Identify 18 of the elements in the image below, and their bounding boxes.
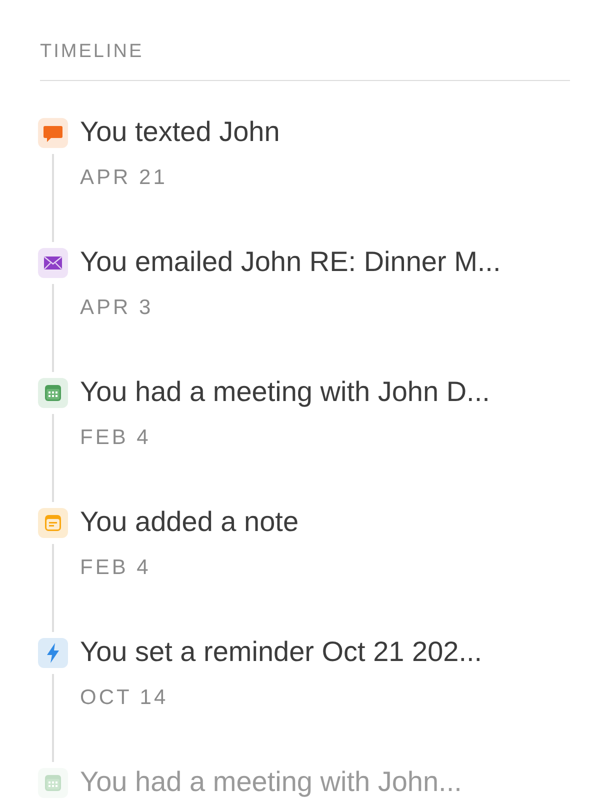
note-icon <box>38 508 68 538</box>
timeline-entry-title: You set a reminder Oct 21 202... <box>80 636 482 668</box>
timeline-entry-date: FEB 4 <box>80 556 152 580</box>
speech-bubble-icon <box>38 118 68 148</box>
timeline-entry-title: You had a meeting with John D... <box>80 376 490 408</box>
calendar-icon <box>38 768 68 798</box>
timeline-entry-title: You emailed John RE: Dinner M... <box>80 246 501 278</box>
calendar-icon <box>38 378 68 408</box>
timeline-entry-date: APR 21 <box>80 166 168 190</box>
timeline-entry-date: APR 3 <box>80 296 154 320</box>
section-heading: TIMELINE <box>40 40 145 64</box>
envelope-icon <box>38 248 68 278</box>
lightning-icon <box>38 638 68 668</box>
timeline-entry-date: OCT 14 <box>80 686 170 710</box>
timeline-entry-title: You added a note <box>80 506 299 538</box>
timeline-entry-date: FEB 4 <box>80 426 152 450</box>
timeline-entry-title: You texted John <box>80 116 280 148</box>
timeline-entry-title: You had a meeting with John... <box>80 766 462 798</box>
